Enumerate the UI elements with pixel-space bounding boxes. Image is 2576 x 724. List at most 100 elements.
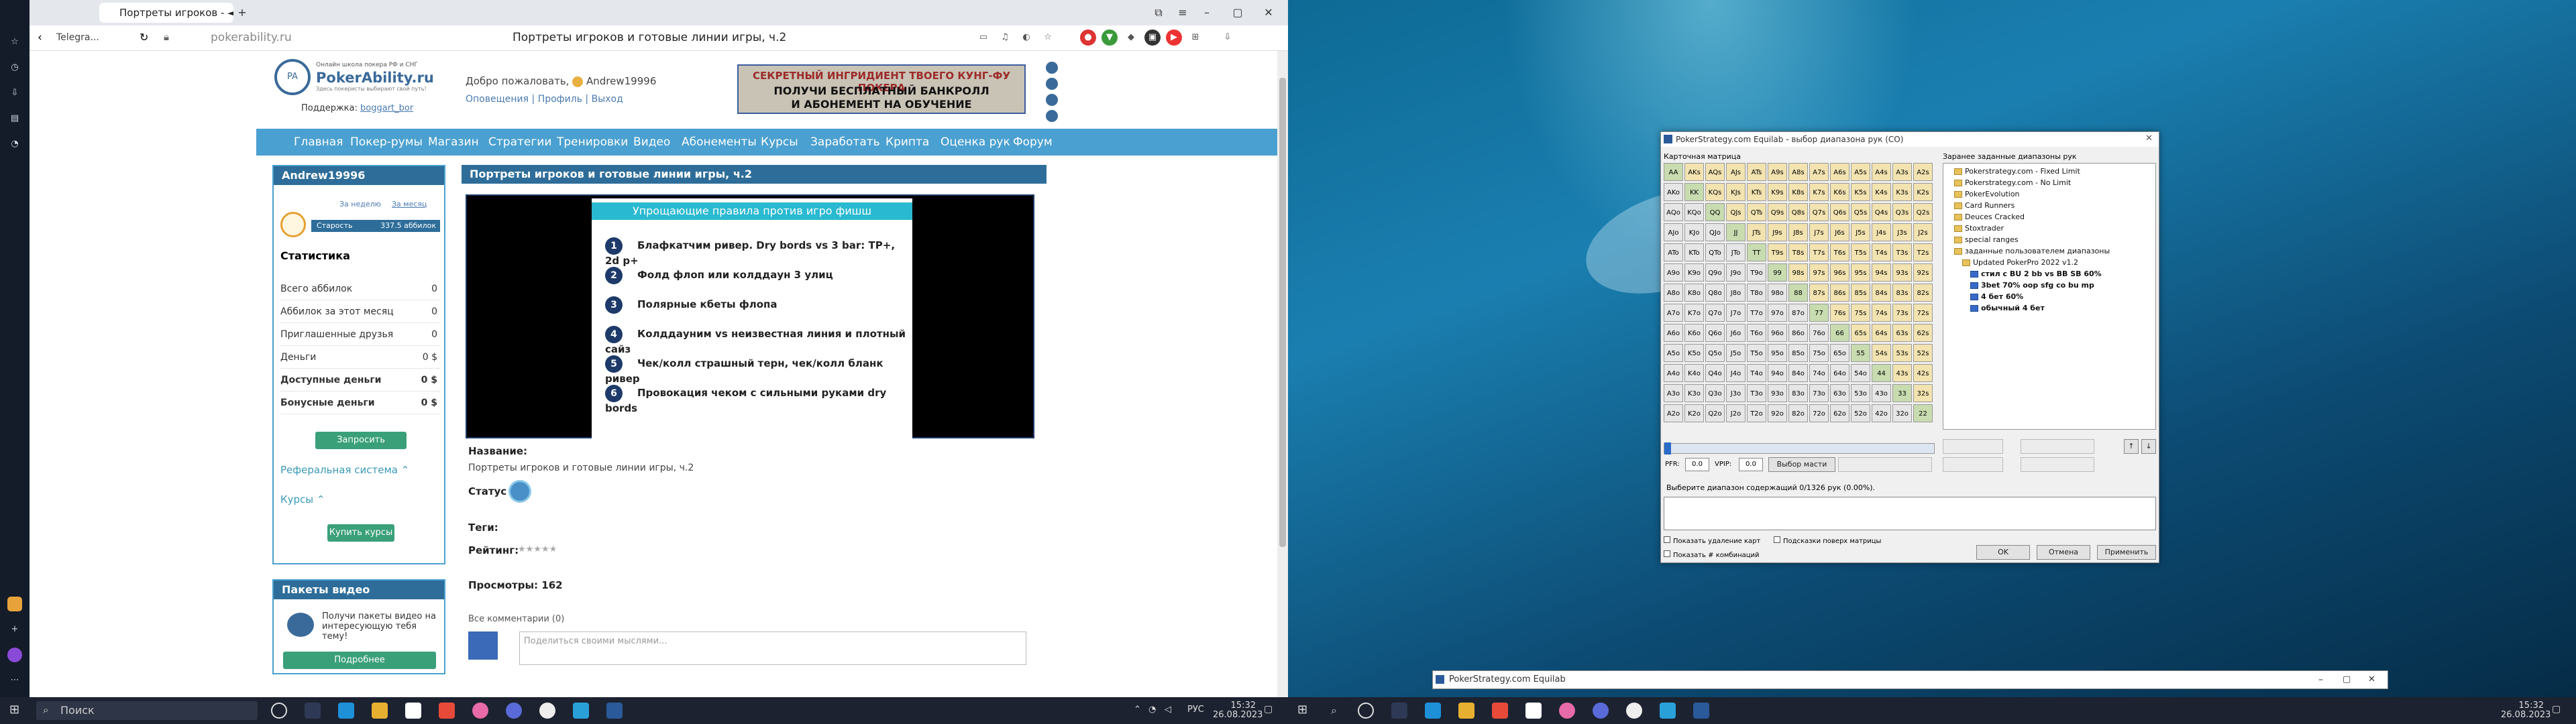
video-player[interactable]: Упрощающие правила против игро фишш 1 Бла… xyxy=(466,194,1034,440)
hand-cell[interactable]: 52o xyxy=(1851,404,1870,422)
hand-cell[interactable]: 84s xyxy=(1872,284,1891,302)
reload-icon[interactable]: ↻ xyxy=(140,31,148,44)
hand-cell[interactable]: T7s xyxy=(1809,243,1829,261)
app-icon[interactable] xyxy=(7,597,22,611)
hand-cell[interactable]: J3o xyxy=(1726,384,1746,402)
slider-handle[interactable] xyxy=(1664,442,1671,455)
hand-cell[interactable]: 43o xyxy=(1872,384,1891,402)
hand-cell[interactable]: T9s xyxy=(1768,243,1787,261)
hand-cell[interactable]: 72o xyxy=(1809,404,1829,422)
comment-input[interactable]: Поделиться своими мыслями... xyxy=(519,631,1026,665)
new-tab-icon[interactable]: + xyxy=(233,4,251,21)
hand-cell[interactable]: KQs xyxy=(1705,183,1725,201)
nav-hand-review[interactable]: Оценка рук xyxy=(941,129,1010,156)
range-tree-item[interactable]: стил с BU 2 bb vs BB SB 60% xyxy=(1970,269,2102,280)
hand-cell[interactable]: 96o xyxy=(1768,324,1787,342)
close-icon[interactable]: ✕ xyxy=(1260,4,1277,21)
hand-cell[interactable]: T3s xyxy=(1892,243,1912,261)
hand-cell[interactable]: K6o xyxy=(1684,324,1704,342)
hand-cell[interactable]: Q8o xyxy=(1705,284,1725,302)
hand-cell[interactable]: AJs xyxy=(1726,163,1746,181)
referral-toggle[interactable]: Реферальная система ⌃ xyxy=(280,464,409,476)
hand-cell[interactable]: 64s xyxy=(1872,324,1891,342)
hand-cell[interactable]: Q7s xyxy=(1809,203,1829,221)
hand-cell[interactable]: 84o xyxy=(1788,364,1808,382)
hand-cell[interactable]: 98o xyxy=(1768,284,1787,302)
task-view-icon[interactable] xyxy=(1391,703,1407,719)
hand-cell[interactable]: A8s xyxy=(1788,163,1808,181)
scrollbar[interactable] xyxy=(1277,51,1288,697)
nav-poker-rooms[interactable]: Покер-румы xyxy=(350,129,423,156)
support-link[interactable]: boggart_bor xyxy=(360,103,413,113)
dialog-close-icon[interactable]: ✕ xyxy=(2145,133,2153,143)
hand-cell[interactable]: 93o xyxy=(1768,384,1787,402)
hand-cell[interactable]: Q2o xyxy=(1705,404,1725,422)
buy-courses-button[interactable]: Купить курсы xyxy=(327,524,394,542)
maximize-icon[interactable]: ▢ xyxy=(1229,4,1246,21)
range-slider[interactable] xyxy=(1664,442,1935,455)
hand-cell[interactable]: 83o xyxy=(1788,384,1808,402)
hand-cell[interactable]: 54o xyxy=(1851,364,1870,382)
hand-cell[interactable]: 92s xyxy=(1913,263,1933,282)
move-down-button[interactable]: ↓ xyxy=(2141,439,2156,454)
hand-cell[interactable]: 97s xyxy=(1809,263,1829,282)
hand-cell[interactable]: 85o xyxy=(1788,344,1808,362)
hand-cell[interactable]: KTs xyxy=(1747,183,1766,201)
hand-cell[interactable]: QTo xyxy=(1705,243,1725,261)
hand-cell[interactable]: KTo xyxy=(1684,243,1704,261)
hand-cell[interactable]: 63s xyxy=(1892,324,1912,342)
tab-active[interactable]: Портреты игроков - ◄ xyxy=(99,3,233,23)
hand-cell[interactable]: A5s xyxy=(1851,163,1870,181)
hand-cell[interactable]: T9o xyxy=(1747,263,1766,282)
checkbox[interactable] xyxy=(1664,550,1670,557)
hand-cell[interactable]: 76o xyxy=(1809,324,1829,342)
range-tree-item[interactable]: 3bet 70% oop sfg co bu mp xyxy=(1970,280,2094,291)
yandex-icon[interactable] xyxy=(1626,703,1642,719)
profile-link[interactable]: Профиль xyxy=(538,94,582,105)
hand-cell[interactable]: Q9s xyxy=(1768,203,1787,221)
nav-crypto[interactable]: Крипта xyxy=(885,129,929,156)
hand-cell[interactable]: 82s xyxy=(1913,284,1933,302)
nav-home[interactable]: Главная xyxy=(294,129,343,156)
range-tree-item[interactable]: заданные пользователем диапазоны xyxy=(1954,246,2110,257)
nav-earn[interactable]: Заработать xyxy=(810,129,880,156)
download-tb-icon[interactable]: ⇩ xyxy=(1220,29,1236,46)
hand-cell[interactable]: J5s xyxy=(1851,223,1870,241)
hand-cell[interactable]: K8s xyxy=(1788,183,1808,201)
hand-cell[interactable]: A8o xyxy=(1664,284,1683,302)
hand-cell[interactable]: 83s xyxy=(1892,284,1912,302)
hand-cell[interactable]: Q6s xyxy=(1830,203,1849,221)
hand-cell[interactable]: 73o xyxy=(1809,384,1829,402)
nav-forum[interactable]: Форум xyxy=(1013,129,1053,156)
hand-cell[interactable]: J6s xyxy=(1830,223,1849,241)
hand-cell[interactable]: 66 xyxy=(1830,324,1849,342)
hand-cell[interactable]: T8o xyxy=(1747,284,1766,302)
hand-cell[interactable]: J7o xyxy=(1726,304,1746,322)
hand-cell[interactable]: K9o xyxy=(1684,263,1704,282)
hand-cell[interactable]: ATo xyxy=(1664,243,1683,261)
hand-cell[interactable]: J9o xyxy=(1726,263,1746,282)
hand-cell[interactable]: J7s xyxy=(1809,223,1829,241)
move-up-button[interactable]: ↑ xyxy=(2124,439,2139,454)
ext-red-icon[interactable]: ● xyxy=(1080,29,1096,46)
mini-minimize-icon[interactable]: – xyxy=(2318,671,2323,688)
notifications-link[interactable]: Оповещения xyxy=(466,94,529,105)
hand-cell[interactable]: 32o xyxy=(1892,404,1912,422)
notes-icon[interactable]: ▤ xyxy=(7,111,22,126)
hand-cell[interactable]: K5o xyxy=(1684,344,1704,362)
telegram-icon[interactable] xyxy=(1046,62,1058,74)
hand-cell[interactable]: K8o xyxy=(1684,284,1704,302)
mini-close-icon[interactable]: ✕ xyxy=(2368,671,2375,688)
hand-cell[interactable]: K2o xyxy=(1684,404,1704,422)
store-icon[interactable] xyxy=(1525,703,1542,719)
hand-cell[interactable]: 95o xyxy=(1768,344,1787,362)
hand-cell[interactable]: KJs xyxy=(1726,183,1746,201)
nav-strategies[interactable]: Стратегии xyxy=(488,129,551,156)
hand-cell[interactable]: Q2s xyxy=(1913,203,1933,221)
chk-combos-row[interactable]: Показать # комбинаций xyxy=(1664,550,1760,559)
ext-shield-icon[interactable]: ▼ xyxy=(1102,29,1118,46)
history-icon[interactable]: ◷ xyxy=(7,60,22,75)
nav-trainings[interactable]: Тренировки xyxy=(557,129,628,156)
hand-cell[interactable]: 86s xyxy=(1830,284,1849,302)
hand-cell[interactable]: 53o xyxy=(1851,384,1870,402)
